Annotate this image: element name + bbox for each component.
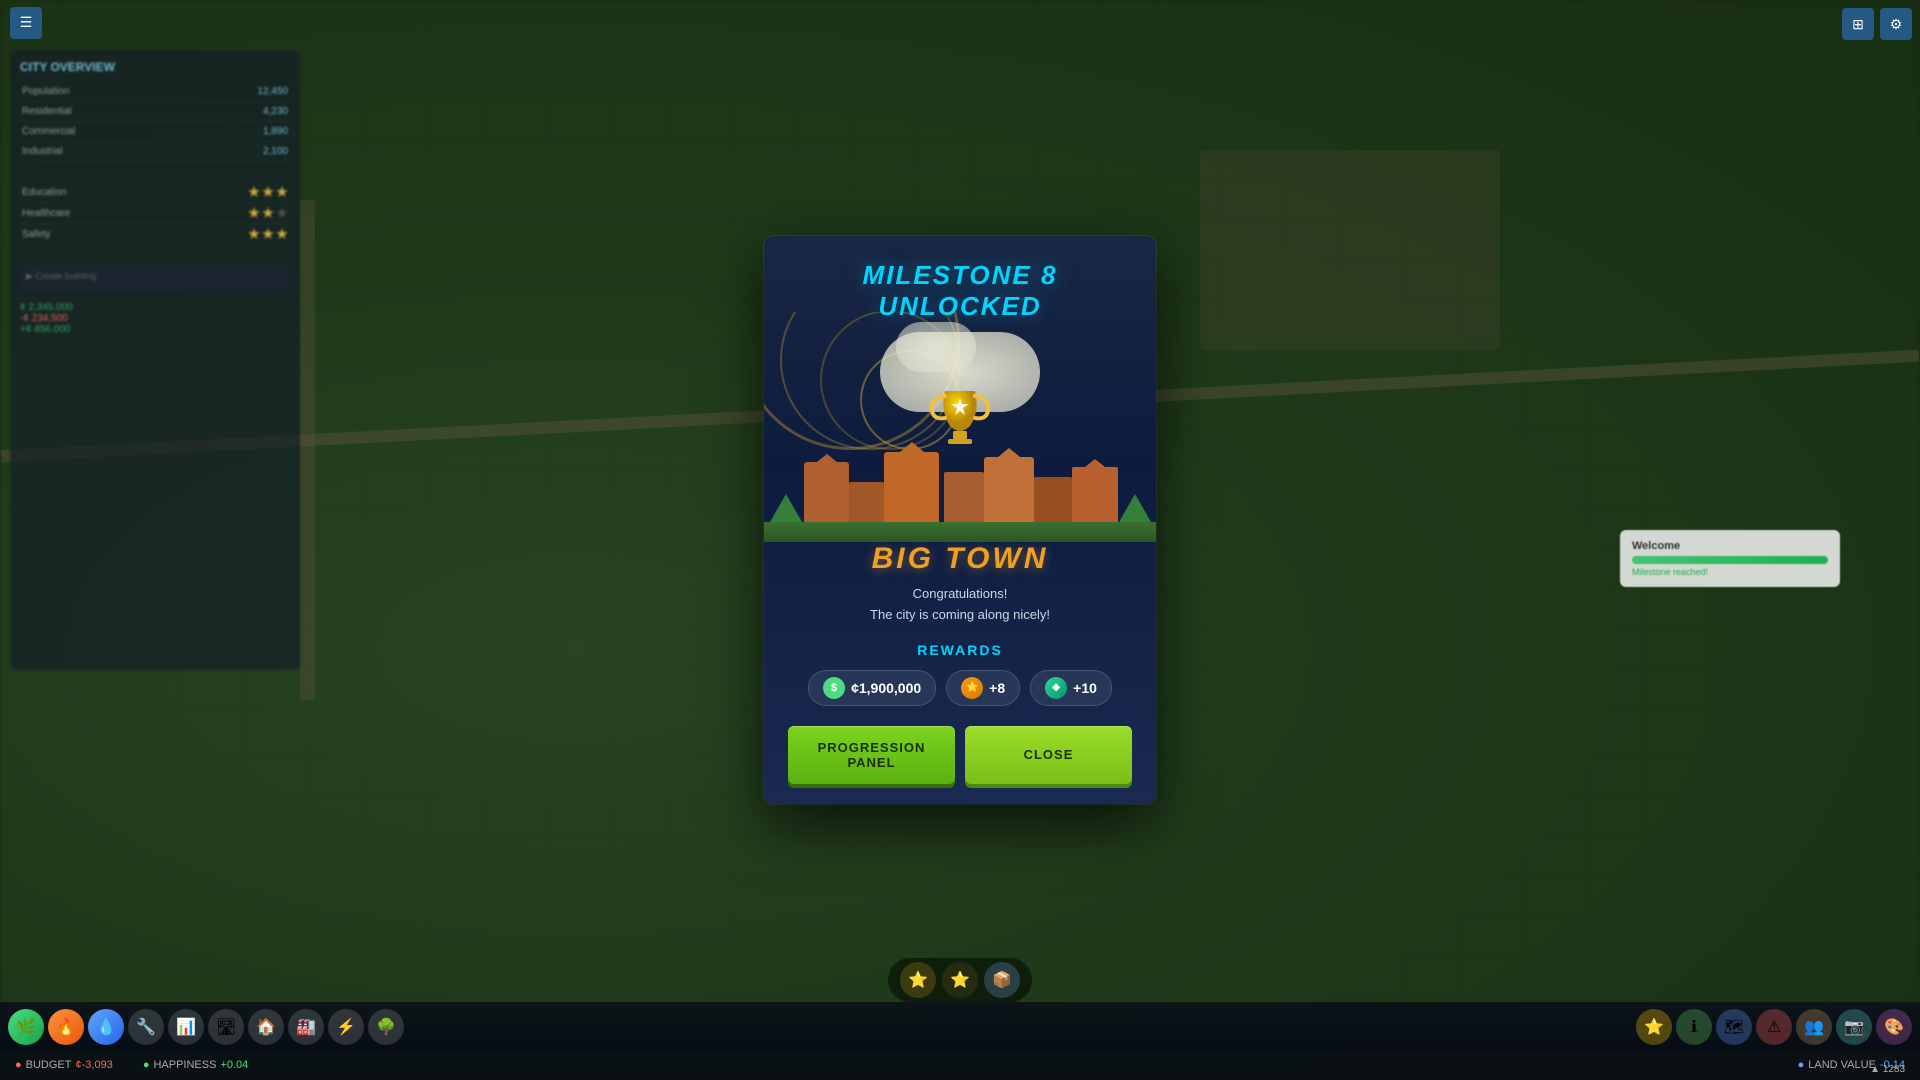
grid-icon[interactable]: ⊞: [1842, 8, 1874, 40]
status-bar: ● BUDGET ¢-3,093 ● HAPPINESS +0.04 ● LAN…: [0, 1050, 1920, 1080]
icon-bar: 🌿 🔥 💧 🔧 📊 🛣 🏠 🏭 ⚡ 🌳 ⭐ ℹ 🗺 ⚠ 👥 📷 🎨: [0, 1002, 1920, 1052]
icon-tools[interactable]: 🔧: [128, 1009, 164, 1045]
reward-pts-chip: ◈ +10: [1030, 670, 1112, 706]
reward-xp-value: +8: [989, 680, 1005, 696]
town-name: BIG TOWN: [788, 542, 1132, 576]
close-button[interactable]: CLOSE: [965, 726, 1132, 784]
status-happiness: ● HAPPINESS +0.04: [143, 1059, 248, 1071]
reward-money-chip: $ ¢1,900,000: [808, 670, 936, 706]
panel-rating: Healthcare: [20, 203, 290, 224]
icon-map[interactable]: 🗺: [1716, 1009, 1752, 1045]
modal-buttons: PROGRESSION PANEL CLOSE: [788, 726, 1132, 784]
icon-palette[interactable]: 🎨: [1876, 1009, 1912, 1045]
xp-icon: ⭐: [961, 677, 983, 699]
happiness-value: +0.04: [220, 1059, 248, 1071]
modal-body: BIG TOWN Congratulations! The city is co…: [764, 542, 1156, 804]
congrats-text: Congratulations! The city is coming alon…: [788, 584, 1132, 626]
menu-icon[interactable]: ☰: [10, 7, 42, 39]
notif-bar: [1632, 556, 1828, 564]
map-coords: ▲ 1283: [1870, 1064, 1905, 1075]
modal-illustration: [764, 312, 1156, 542]
budget-value: ¢-3,093: [76, 1059, 113, 1071]
tree: [770, 494, 802, 522]
modal-header: MILESTONE 8 UNLOCKED: [764, 236, 1156, 322]
icon-citizens[interactable]: 👥: [1796, 1009, 1832, 1045]
icon-warning[interactable]: ⚠: [1756, 1009, 1792, 1045]
notification-card: Welcome Milestone reached!: [1620, 530, 1840, 587]
progression-panel-button[interactable]: PROGRESSION PANEL: [788, 726, 955, 784]
panel-item: Population12,450: [20, 82, 290, 102]
reward-xp-chip: ⭐ +8: [946, 670, 1020, 706]
panel-rating: Education: [20, 182, 290, 203]
budget-label: BUDGET: [26, 1059, 72, 1071]
notif-subtitle: Milestone reached!: [1632, 567, 1828, 577]
ground: [764, 522, 1156, 542]
notif-title: Welcome: [1632, 540, 1828, 552]
pts-icon: ◈: [1045, 677, 1067, 699]
panel-item: Industrial2,100: [20, 142, 290, 162]
left-panel: CITY OVERVIEW Population12,450 Residenti…: [10, 50, 300, 670]
icon-star-badge[interactable]: ⭐: [1636, 1009, 1672, 1045]
panel-item: Residential4,230: [20, 102, 290, 122]
milestone-bar: ⭐ ⭐ 📦: [888, 958, 1032, 1002]
icon-chart[interactable]: 📊: [168, 1009, 204, 1045]
panel-item: Commercial1,890: [20, 122, 290, 142]
milestone-modal: MILESTONE 8 UNLOCKED: [764, 236, 1156, 804]
milestone-package: 📦: [984, 962, 1020, 998]
icon-fire[interactable]: 🔥: [48, 1009, 84, 1045]
trophy-icon: [920, 376, 1000, 456]
icon-factory[interactable]: 🏭: [288, 1009, 324, 1045]
status-budget: ● BUDGET ¢-3,093: [15, 1059, 113, 1071]
panel-title: CITY OVERVIEW: [20, 60, 290, 74]
cloud-left: [896, 322, 976, 372]
milestone-star-2: ⭐: [942, 962, 978, 998]
icon-nature[interactable]: 🌿: [8, 1009, 44, 1045]
milestone-star-1: ⭐: [900, 962, 936, 998]
panel-rating: Safety: [20, 224, 290, 245]
reward-money-value: ¢1,900,000: [851, 680, 921, 696]
rewards-row: $ ¢1,900,000 ⭐ +8 ◈ +10: [788, 670, 1132, 706]
icon-electric[interactable]: ⚡: [328, 1009, 364, 1045]
rewards-title: REWARDS: [788, 642, 1132, 658]
icon-park[interactable]: 🌳: [368, 1009, 404, 1045]
icon-house[interactable]: 🏠: [248, 1009, 284, 1045]
reward-pts-value: +10: [1073, 680, 1097, 696]
trophy-container: [920, 376, 1000, 461]
money-icon: $: [823, 677, 845, 699]
icon-water[interactable]: 💧: [88, 1009, 124, 1045]
happiness-label: HAPPINESS: [153, 1059, 216, 1071]
icon-info[interactable]: ℹ: [1676, 1009, 1712, 1045]
landvalue-label: LAND VALUE: [1808, 1059, 1876, 1071]
icon-camera[interactable]: 📷: [1836, 1009, 1872, 1045]
settings-icon[interactable]: ⚙: [1880, 8, 1912, 40]
icon-road[interactable]: 🛣: [208, 1009, 244, 1045]
tree: [1119, 494, 1151, 522]
top-bar: ☰ ⊞ ⚙: [0, 0, 1920, 45]
